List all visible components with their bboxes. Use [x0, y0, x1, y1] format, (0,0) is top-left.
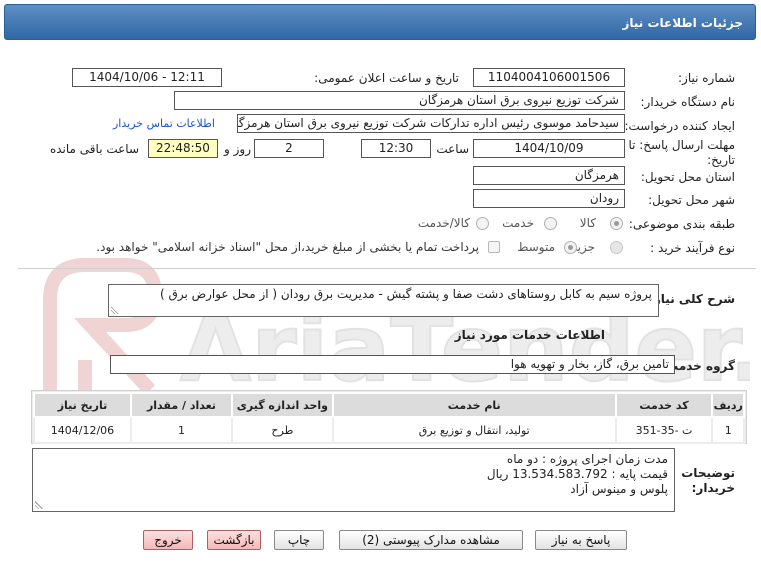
province-label: استان محل تحویل: [640, 170, 735, 184]
buyer-org-field: شرکت توزیع نیروی برق استان هرمزگان [174, 91, 625, 110]
category-service-radio[interactable] [544, 217, 557, 230]
services-section-title: اطلاعات خدمات مورد نیاز [454, 328, 605, 342]
buyer-contact-link[interactable]: اطلاعات تماس خریدار [113, 117, 215, 130]
buyer-notes-line-1: مدت زمان اجرای پروژه : دو ماه [506, 452, 668, 466]
back-button[interactable]: بازگشت [207, 530, 261, 550]
exit-button[interactable]: خروج [143, 530, 193, 550]
description-text: پروژه سیم به کابل روستاهای دشت صفا و پشت… [160, 287, 652, 301]
page-title: جزئیات اطلاعات نیاز [4, 4, 756, 40]
category-service-label: خدمت [502, 216, 534, 230]
description-textarea[interactable]: پروژه سیم به کابل روستاهای دشت صفا و پشت… [108, 284, 659, 317]
view-attachments-button[interactable]: مشاهده مدارک پیوستی (2) [339, 530, 523, 550]
table-header-row: ردیف کد خدمت نام خدمت واحد اندازه گیری ت… [33, 392, 745, 418]
cell-row-number: 1 [711, 416, 745, 444]
requester-label: ایجاد کننده درخواست: [624, 119, 735, 133]
city-label: شهر محل تحویل: [648, 193, 735, 207]
resize-grip-icon[interactable] [111, 306, 119, 314]
table-row: 1 ت -35-351 تولید، انتقال و توزیع برق طر… [33, 416, 745, 444]
cell-service-name: تولید، انتقال و توزیع برق [331, 416, 617, 444]
announce-datetime-label: تاریخ و ساعت اعلان عمومی: [314, 71, 459, 85]
cell-service-code: ت -35-351 [614, 416, 714, 444]
cell-unit: طرح [230, 416, 334, 444]
province-field: هرمزگان [473, 166, 625, 185]
need-details-page: AriaTender.net جزئیات اطلاعات نیاز شماره… [0, 0, 761, 566]
process-partial-radio[interactable] [610, 241, 623, 254]
days-label: روز و [224, 142, 251, 156]
col-unit: واحد اندازه گیری [230, 392, 334, 418]
cell-quantity: 1 [129, 416, 233, 444]
category-goods-service-radio[interactable] [476, 217, 489, 230]
deadline-date-field: 1404/10/09 [473, 139, 625, 158]
treasury-payment-checkbox[interactable] [488, 241, 500, 253]
watermark-logo: AriaTender.net [43, 258, 750, 403]
buyer-org-label: نام دستگاه خریدار: [640, 95, 736, 109]
treasury-payment-note: پرداخت تمام یا بخشی از مبلغ خرید،از محل … [96, 240, 479, 254]
print-button[interactable]: چاپ [274, 530, 324, 550]
days-remaining-field: 2 [254, 139, 324, 158]
deadline-label: مهلت ارسال پاسخ: تا [628, 138, 735, 152]
category-label: طبقه بندی موضوعی: [628, 217, 735, 231]
col-row-number: ردیف [711, 392, 745, 418]
deadline-time-label: ساعت [436, 142, 469, 156]
buyer-notes-textarea[interactable]: مدت زمان اجرای پروژه : دو ماه قیمت پایه … [32, 448, 675, 512]
buyer-notes-line-2: قیمت پایه : 13.534.583.792 ریال [486, 467, 668, 481]
service-group-field: تامین برق، گاز، بخار و تهویه هوا [110, 355, 675, 374]
remaining-time-field: 22:48:50 [148, 139, 218, 158]
col-need-date: تاریخ نیاز [33, 392, 132, 418]
col-service-name: نام خدمت [331, 392, 617, 418]
announce-datetime-field: 1404/10/06 - 12:11 [72, 68, 222, 87]
deadline-date-label: تاریخ: [707, 153, 735, 167]
category-goods-label: کالا [579, 216, 596, 230]
remaining-time-label: ساعت باقی مانده [49, 142, 139, 156]
description-label: شرح کلی نیاز: [649, 292, 735, 306]
category-goods-service-label: کالا/خدمت [417, 216, 470, 230]
cell-need-date: 1404/12/06 [33, 416, 132, 444]
process-medium-label: متوسط [517, 240, 555, 254]
services-table: ردیف کد خدمت نام خدمت واحد اندازه گیری ت… [33, 392, 745, 444]
category-goods-radio[interactable] [610, 217, 623, 230]
need-number-label: شماره نیاز: [678, 71, 735, 85]
buyer-notes-label-2: خریدار: [691, 481, 735, 495]
requester-field: سیدحامد موسوی رئیس اداره تدارکات شرکت تو… [237, 114, 625, 133]
deadline-time-field: 12:30 [361, 139, 431, 158]
buyer-notes-label: توضیحات [681, 466, 735, 480]
resize-grip-icon[interactable] [35, 501, 43, 509]
process-medium-radio[interactable] [564, 241, 577, 254]
section-divider [18, 268, 756, 269]
process-type-label: نوع فرآیند خرید : [650, 241, 735, 255]
buyer-notes-line-3: پلوس و مینوس آزاد [570, 482, 668, 496]
need-number-field: 1104004106001506 [473, 68, 625, 87]
city-field: رودان [473, 189, 625, 208]
col-quantity: تعداد / مقدار [129, 392, 233, 418]
reply-button[interactable]: پاسخ به نیاز [535, 530, 627, 550]
col-service-code: کد خدمت [614, 392, 714, 418]
